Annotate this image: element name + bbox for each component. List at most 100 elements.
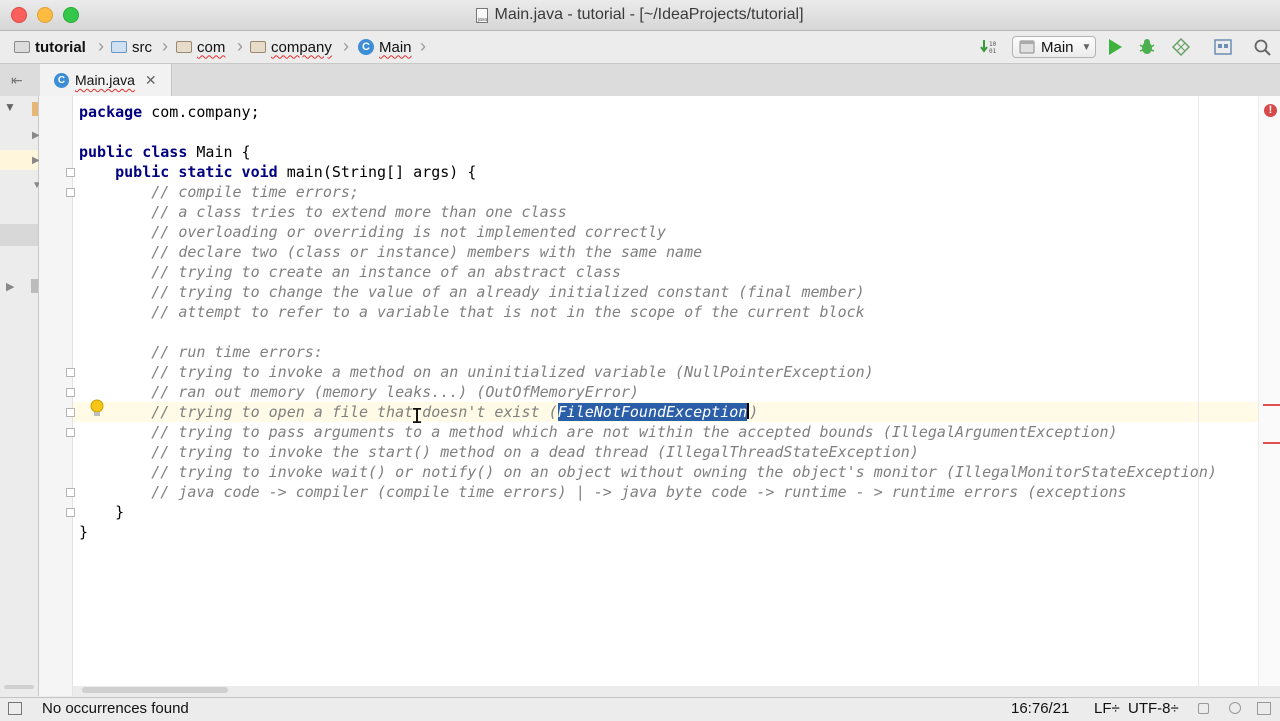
code-line[interactable]: // declare two (class or instance) membe… (79, 242, 1217, 262)
fold-marker[interactable] (66, 188, 75, 197)
breadcrumb-tutorial[interactable]: tutorial (14, 38, 86, 56)
chevron-right-icon: › (420, 36, 426, 56)
fold-marker[interactable] (66, 168, 75, 177)
source-code[interactable]: package com.company; public class Main {… (79, 102, 1217, 542)
chevron-right-icon: › (343, 36, 349, 56)
tab-main-java[interactable]: C Main.java ✕ (40, 64, 172, 96)
breadcrumb-label: com (197, 38, 226, 56)
code-comment: // a class tries to extend more than one… (151, 203, 567, 221)
svg-text:10: 10 (989, 41, 997, 48)
code-line[interactable]: // trying to open a file that doesn't ex… (79, 402, 1217, 422)
code-line[interactable]: // a class tries to extend more than one… (79, 202, 1217, 222)
close-tab-icon[interactable]: ✕ (145, 72, 157, 89)
breadcrumb-main[interactable]: C Main (358, 38, 412, 56)
debug-icon[interactable] (1137, 38, 1157, 56)
code-line[interactable]: // ran out memory (memory leaks...) (Out… (79, 382, 1217, 402)
window-title-text: Main.java - tutorial - [~/IdeaProjects/t… (494, 6, 804, 23)
status-message: No occurrences found (42, 700, 189, 717)
code-comment: // trying to open a file that doesn't ex… (151, 403, 558, 421)
build-counter-icon[interactable]: 10 01 (980, 38, 1000, 56)
code-line[interactable]: // attempt to refer to a variable that i… (79, 302, 1217, 322)
breadcrumb-com[interactable]: com (176, 38, 225, 56)
window-titlebar: java Main.java - tutorial - [~/IdeaProjec… (0, 0, 1280, 31)
code-line[interactable]: public static void main(String[] args) { (79, 162, 1217, 182)
inspector-icon[interactable] (1229, 702, 1241, 714)
caret-position[interactable]: 16:76/21 (1011, 700, 1069, 717)
error-stripe[interactable] (1258, 96, 1280, 686)
package-folder-icon (250, 41, 266, 53)
line-separator-select[interactable]: LF÷ (1094, 700, 1120, 717)
code-line[interactable]: // trying to create an instance of an ab… (79, 262, 1217, 282)
fold-marker[interactable] (66, 408, 75, 417)
chevron-right-icon: › (162, 36, 168, 56)
fold-marker[interactable] (66, 388, 75, 397)
fold-marker[interactable] (66, 488, 75, 497)
error-stripe-mark[interactable] (1263, 442, 1280, 444)
selected-text: FileNotFoundException (557, 403, 748, 421)
chevron-down-icon: ▼ (1081, 41, 1092, 53)
run-icon[interactable] (1105, 38, 1125, 56)
java-file-icon: java (476, 8, 489, 23)
breadcrumb-src[interactable]: src (111, 38, 152, 56)
collapse-panel-icon[interactable]: ⇤ (11, 72, 23, 89)
code-line[interactable] (79, 122, 1217, 142)
code-comment: ) (749, 403, 759, 421)
code-text: } (79, 523, 89, 541)
lock-icon[interactable] (1198, 703, 1209, 714)
horizontal-scrollbar[interactable] (82, 687, 228, 693)
error-stripe-mark[interactable] (1263, 404, 1280, 406)
application-icon (1019, 40, 1035, 54)
code-line[interactable]: // trying to pass arguments to a method … (79, 422, 1217, 442)
mouse-ibeam-cursor: I (411, 404, 424, 428)
code-line[interactable]: // compile time errors; (79, 182, 1217, 202)
code-comment: // trying to invoke the start() method o… (151, 443, 919, 461)
code-line[interactable]: } (79, 522, 1217, 542)
breadcrumb-label: Main (379, 38, 412, 56)
chevron-right-icon: › (98, 36, 104, 56)
event-log-icon[interactable] (1257, 702, 1271, 715)
source-folder-icon (111, 41, 127, 53)
code-text: main(String[] args) { (277, 163, 477, 181)
code-text: Main { (187, 143, 251, 161)
expand-triangle-icon[interactable]: ▼ (4, 100, 16, 114)
code-comment: // trying to create an instance of an ab… (151, 263, 621, 281)
code-line[interactable]: public class Main { (79, 142, 1217, 162)
code-comment: // attempt to refer to a variable that i… (151, 303, 865, 321)
tree-row-selected[interactable] (0, 224, 38, 246)
fold-marker[interactable] (66, 508, 75, 517)
external-libraries-icon (31, 279, 38, 293)
code-comment: // overloading or overriding is not impl… (151, 223, 667, 241)
code-line[interactable]: // trying to invoke the start() method o… (79, 442, 1217, 462)
code-line[interactable]: // trying to invoke wait() or notify() o… (79, 462, 1217, 482)
code-line[interactable]: } (79, 502, 1217, 522)
code-keyword: package (79, 103, 143, 121)
window-title: java Main.java - tutorial - [~/IdeaProjec… (0, 6, 1280, 24)
coverage-icon[interactable] (1171, 37, 1191, 57)
code-line[interactable]: // overloading or overriding is not impl… (79, 222, 1217, 242)
encoding-select[interactable]: UTF-8÷ (1128, 700, 1179, 717)
project-structure-icon[interactable] (1213, 38, 1233, 56)
editor-tab-strip: ⇤ C Main.java ✕ (0, 64, 1280, 97)
run-configuration-select[interactable]: Main ▼ (1012, 36, 1096, 58)
tool-windows-icon[interactable] (8, 702, 22, 715)
fold-marker[interactable] (66, 368, 75, 377)
code-line[interactable]: package com.company; (79, 102, 1217, 122)
code-line[interactable]: // run time errors: (79, 342, 1217, 362)
code-text: } (115, 503, 125, 521)
chevron-right-icon: › (237, 36, 243, 56)
fold-marker[interactable] (66, 428, 75, 437)
code-comment: // run time errors: (151, 343, 323, 361)
code-comment: // trying to pass arguments to a method … (151, 423, 1118, 441)
code-text: com.company; (142, 103, 260, 121)
search-icon[interactable] (1253, 38, 1273, 56)
project-tree-folder-icon (32, 102, 38, 116)
error-badge-icon[interactable]: ! (1264, 104, 1277, 117)
tree-expand-icon[interactable]: ▶ (6, 280, 14, 293)
code-line[interactable] (79, 322, 1217, 342)
code-line[interactable]: // trying to change the value of an alre… (79, 282, 1217, 302)
code-line[interactable]: // trying to invoke a method on an unini… (79, 362, 1217, 382)
code-line[interactable]: // java code -> compiler (compile time e… (79, 482, 1217, 502)
breadcrumb-company[interactable]: company (250, 38, 332, 56)
left-tool-strip: ▼ ▶ ▶ ▼ ▶ (0, 96, 42, 696)
left-scrollbar[interactable] (4, 685, 34, 689)
